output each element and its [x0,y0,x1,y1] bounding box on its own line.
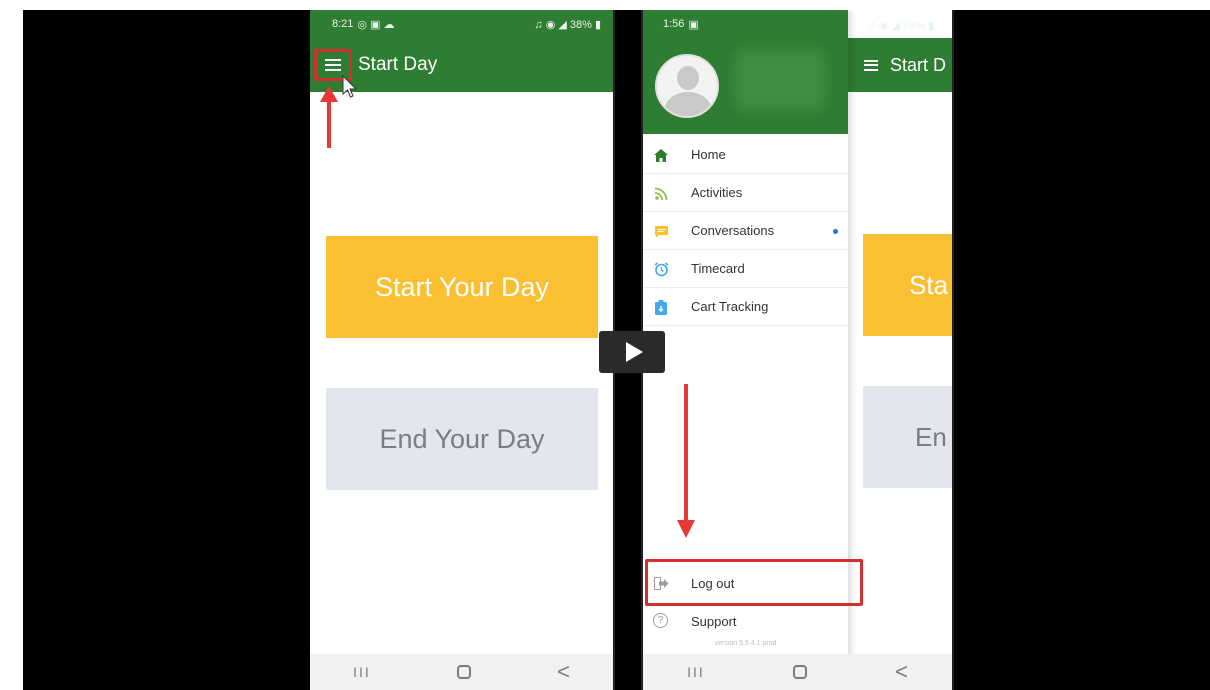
status-right-icons: ♫ ◉ ◢ 74% ▮ [867,20,934,32]
status-left-icons: ◎ ▣ ☁ [357,18,395,31]
screenshot-stage: 8:21 ◎ ▣ ☁ ♫ ◉ ◢ 38% ▮ Start Day Start Y… [0,0,1210,690]
drawer-item-support[interactable]: ? Support [643,602,848,640]
blurred-user-info [735,50,825,110]
video-play-button[interactable] [599,331,665,373]
background-app-bar: Start D [848,38,952,92]
avatar[interactable] [655,54,719,118]
cart-tracking-icon [653,299,669,315]
drawer-item-conversations[interactable]: Conversations [643,212,848,250]
page-title: Start Day [358,54,438,75]
drawer-item-label: Conversations [691,223,775,238]
video-frame[interactable]: 8:21 ◎ ▣ ☁ ♫ ◉ ◢ 38% ▮ Start Day Start Y… [23,10,1210,690]
status-right-icons: ♫ ◉ ◢ 38% ▮ [534,18,601,31]
logout-highlight-box [645,559,863,606]
version-text: version 5.5.4.1 prod [714,640,777,647]
drawer-item-label: Timecard [691,261,745,276]
back-nav-button[interactable]: < [557,659,570,685]
drawer-item-timecard[interactable]: Timecard [643,250,848,288]
drawer-item-label: Cart Tracking [691,299,769,314]
android-nav-bar: III < [310,654,613,690]
background-end-button: En [863,386,952,488]
end-your-day-button[interactable]: End Your Day [326,388,598,490]
home-nav-button[interactable] [792,665,807,679]
recent-apps-button[interactable]: III [687,664,705,680]
unread-badge [833,229,838,234]
background-start-button: Sta [863,234,952,336]
alarm-clock-icon [653,261,669,277]
android-nav-bar: III < [643,654,952,690]
back-nav-button[interactable]: < [895,659,908,685]
support-label: Support [691,613,737,629]
rss-icon [653,185,669,201]
hamburger-icon [864,59,878,71]
home-nav-button[interactable] [456,665,471,679]
status-time: 8:21 [332,18,354,30]
status-time: 1:56 [663,18,685,30]
drawer-menu-list: Home Activities Conversations Timecard C… [643,136,848,326]
drawer-item-cart-tracking[interactable]: Cart Tracking [643,288,848,326]
red-arrow-down-head [677,520,695,538]
chat-icon [653,223,669,239]
status-bar: 8:21 ◎ ▣ ☁ ♫ ◉ ◢ 38% ▮ [310,10,613,38]
mouse-cursor-icon [342,74,358,98]
background-page-title: Start D [890,54,947,75]
status-left-icons: ▣ [688,18,699,31]
drawer-item-label: Activities [691,185,743,200]
recent-apps-button[interactable]: III [353,664,371,680]
left-phone-screen: 8:21 ◎ ▣ ☁ ♫ ◉ ◢ 38% ▮ Start Day Start Y… [310,10,615,690]
play-icon [625,342,643,362]
help-circle-icon: ? [653,613,668,628]
drawer-item-home[interactable]: Home [643,136,848,174]
red-arrow-down [684,384,688,522]
drawer-item-activities[interactable]: Activities [643,174,848,212]
drawer-item-label: Home [691,147,726,162]
start-your-day-button[interactable]: Start Your Day [326,236,598,338]
status-bar: 1:56 ▣ ♫ ◉ ◢ 74% ▮ [643,10,952,38]
red-arrow-up [327,100,331,148]
home-icon [653,147,669,163]
